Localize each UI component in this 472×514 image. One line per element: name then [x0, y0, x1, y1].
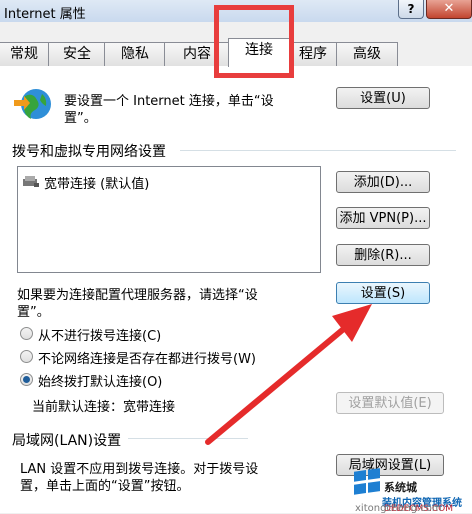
lan-separator: [128, 438, 248, 439]
radio-dial-whenever-label[interactable]: 不论网络连接是否存在都进行拨号(W): [38, 348, 256, 367]
setup-button[interactable]: 设置(U): [336, 87, 430, 109]
windows-logo-icon: [352, 468, 382, 498]
globe-icon: [12, 86, 52, 122]
proxy-text-line2: 置”。: [17, 305, 50, 320]
set-default-button[interactable]: 设置默认值(E): [336, 392, 444, 414]
current-default-label: 当前默认连接：宽带连接: [32, 400, 176, 415]
radio-always-dial-default[interactable]: [20, 373, 33, 386]
connection-list-item[interactable]: 宽带连接 (默认值): [44, 173, 149, 192]
dialup-separator: [180, 150, 456, 151]
tab-advanced[interactable]: 高级: [336, 42, 398, 66]
window-title: Internet 属性: [4, 7, 86, 22]
tab-programs[interactable]: 程序: [288, 42, 338, 66]
add-vpn-button[interactable]: 添加 VPN(P)...: [336, 207, 430, 229]
radio-never-dial-label[interactable]: 从不进行拨号连接(C): [38, 325, 161, 344]
watermark-site: xitongcheng.com: [355, 503, 442, 514]
settings-button[interactable]: 设置(S): [336, 282, 430, 304]
dialup-heading: 拨号和虚拟专用网络设置: [12, 144, 166, 160]
lan-heading: 局域网(LAN)设置: [12, 433, 122, 449]
remove-button[interactable]: 删除(R)...: [336, 244, 430, 266]
broadband-connection-icon: [22, 174, 40, 188]
help-button[interactable]: ?: [398, 0, 424, 19]
tab-privacy[interactable]: 隐私: [104, 42, 166, 66]
proxy-text-line1: 如果要为连接配置代理服务器，请选择“设: [17, 288, 258, 303]
radio-never-dial[interactable]: [20, 327, 33, 340]
close-button[interactable]: ✕: [426, 0, 472, 19]
radio-always-dial-default-label[interactable]: 始终拨打默认连接(O): [38, 371, 162, 390]
tab-highlight-box: [214, 5, 294, 78]
tab-security[interactable]: 安全: [48, 42, 106, 66]
add-button[interactable]: 添加(D)...: [336, 171, 430, 193]
setup-text-line2: 置”。: [64, 111, 97, 126]
tab-general[interactable]: 常规: [0, 42, 50, 66]
radio-dial-whenever[interactable]: [20, 350, 33, 363]
watermark-title: 系统城: [384, 481, 417, 494]
lan-text-line2: 置，单击上面的“设置”按钮。: [20, 479, 190, 494]
